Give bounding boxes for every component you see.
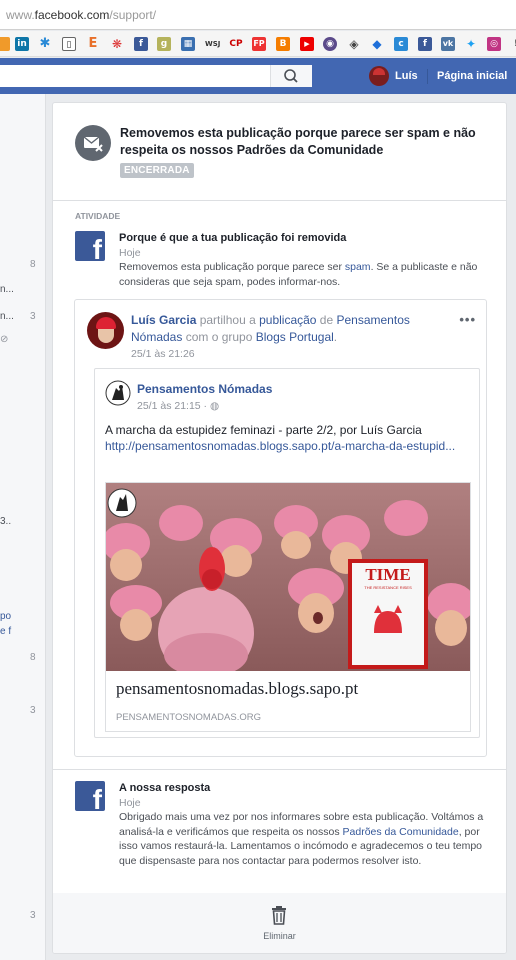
removed-post: Luís Garcia partilhou a publicação de Pe… [74,299,487,757]
bookmark-wsj-icon[interactable]: WSJ [205,37,220,51]
sidebar-count: 8 [30,652,36,663]
link-preview-title: pensamentosnomadas.blogs.sapo.pt [116,679,359,698]
bookmark-diamond-icon[interactable]: ◈ [347,37,361,51]
bookmark-e-icon[interactable]: E [86,37,100,51]
spam-link[interactable]: spam [345,261,371,273]
link-preview-domain: PENSAMENTOSNOMADAS.ORG [116,712,261,723]
sidebar-count: 3 [30,705,36,716]
search-button[interactable] [270,65,312,87]
bookmark-vk-icon[interactable]: vk [441,37,455,51]
sidebar-link-fragment[interactable]: e f [0,626,11,637]
bookmark-twitter-icon[interactable]: ✦ [464,37,478,51]
removed-message-icon [75,125,111,161]
sidebar-count: 3 [30,311,36,322]
bookmark-c-icon[interactable]: c [394,37,408,51]
bookmark-cp-icon[interactable]: CP [229,37,243,51]
bookmark-youtube-icon[interactable]: ▶ [300,37,314,51]
status-badge: ENCERRADA [120,163,194,178]
divider [53,769,506,770]
bookmark-blogger-icon[interactable]: B [276,37,290,51]
publication-link[interactable]: publicação [259,313,316,327]
sidebar-item-text[interactable]: n... [0,284,14,295]
sidebar-count: 3 [30,910,36,921]
facebook-logo-icon: f [75,781,105,811]
page-logo-icon[interactable] [105,380,131,406]
article-url-link[interactable]: http://pensamentosnomadas.blogs.sapo.pt/… [105,439,455,453]
facebook-top-bar: Luís Página inicial [0,58,516,94]
facebook-logo-icon: f [75,231,105,261]
author-name[interactable]: Luís Garcia [131,313,196,327]
bookmark-facebook-icon[interactable]: f [134,37,148,51]
event-body: Removemos esta publicação porque parece … [119,261,478,288]
report-title: Removemos esta publicação porque parece … [120,126,476,157]
community-standards-link[interactable]: Padrões da Comunidade [343,826,459,838]
link-preview-image: TIME THE RESISTANCE RISES [106,483,470,671]
author-avatar[interactable] [87,312,124,349]
sidebar-item-text[interactable]: 3.. [0,516,11,527]
shared-timestamp[interactable]: 25/1 às 21:15 · ◍ [137,400,219,412]
bookmark-orange-icon[interactable] [0,37,10,51]
sidebar-item-text[interactable]: n... [0,311,14,322]
bookmark-building-icon[interactable]: ▦ [181,37,195,51]
trash-icon [272,906,286,925]
post-options-icon[interactable]: ••• [459,312,476,327]
bookmark-red-icon[interactable]: ❋ [110,37,124,51]
url-text[interactable]: www.facebook.com/support/ [6,8,156,22]
delete-button[interactable] [271,905,287,928]
shared-post: Pensamentos Nómadas 25/1 às 21:15 · ◍ A … [94,368,480,738]
bookmark-instagram-icon[interactable]: ◎ [487,37,501,51]
shared-page-name[interactable]: Pensamentos Nómadas [137,382,272,396]
browser-address-bar[interactable]: www.facebook.com/support/ [0,0,516,30]
bookmarks-bar: in ✱ ▯ E ❋ f g ▦ WSJ CP FP B ▶ ◉ ◈ ◆ c f… [0,31,516,57]
link-preview-card[interactable]: TIME THE RESISTANCE RISES pensamentosnom… [105,482,471,732]
event-title: Porque é que a tua publicação foi removi… [119,232,347,244]
magazine-cover-line: THE RESISTANCE RISES [364,585,412,590]
magazine-title: TIME [365,565,410,584]
report-header: Removemos esta publicação porque parece … [53,103,506,201]
bookmark-facebook2-icon[interactable]: f [418,37,432,51]
group-link[interactable]: Blogs Portugal [256,330,334,344]
event-body: Obrigado mais uma vez por nos informares… [119,811,484,867]
bookmark-snowflake-icon[interactable]: ✱ [38,37,52,51]
sidebar-count: 8 [30,259,36,270]
bookmark-fp-icon[interactable]: FP [252,37,266,51]
search-input[interactable] [0,65,312,87]
event-time: Hoje [119,797,141,809]
post-header: Luís Garcia partilhou a publicação de Pe… [131,313,410,344]
nav-separator [427,69,428,84]
left-sidebar: 8 n... n... 3 ⊘ 3.. po e f 8 3 3 [0,94,46,960]
search-icon [284,69,298,83]
bookmark-document-icon[interactable]: ▯ [62,37,76,51]
bookmark-g-icon[interactable]: g [157,37,171,51]
delete-section: Eliminar [53,893,506,953]
activity-label: ATIVIDADE [75,211,121,221]
delete-label[interactable]: Eliminar [53,931,506,941]
hidden-eye-icon: ⊘ [0,334,9,345]
support-inbox-card: Removemos esta publicação porque parece … [52,102,507,954]
bookmark-blue-diamond-icon[interactable]: ◆ [370,37,384,51]
home-link[interactable]: Página inicial [437,70,507,82]
bookmark-more-icon[interactable]: ! [509,37,516,51]
bookmark-linkedin-icon[interactable]: in [15,37,29,51]
globe-icon: ◍ [209,400,220,412]
shared-text: A marcha da estupidez feminazi - parte 2… [105,423,456,453]
sidebar-link-fragment[interactable]: po [0,611,11,622]
post-timestamp[interactable]: 25/1 às 21:26 [131,348,195,360]
bookmark-globe-icon[interactable]: ◉ [323,37,337,51]
user-avatar[interactable] [369,66,389,86]
profile-link[interactable]: Luís [395,70,418,82]
event-time: Hoje [119,247,141,259]
shared-post-content: Pensamentos Nómadas 25/1 às 21:15 · ◍ A … [105,370,475,736]
event-title: A nossa resposta [119,782,211,794]
